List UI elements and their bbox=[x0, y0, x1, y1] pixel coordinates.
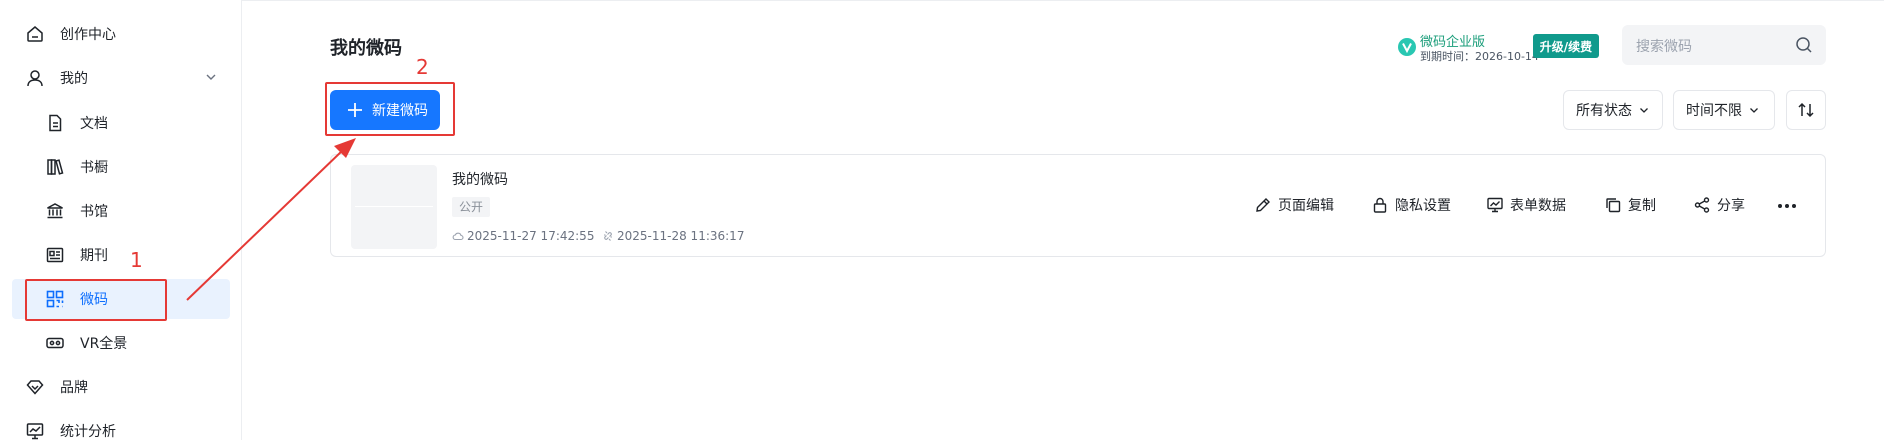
annotation-arrow bbox=[186, 138, 356, 301]
